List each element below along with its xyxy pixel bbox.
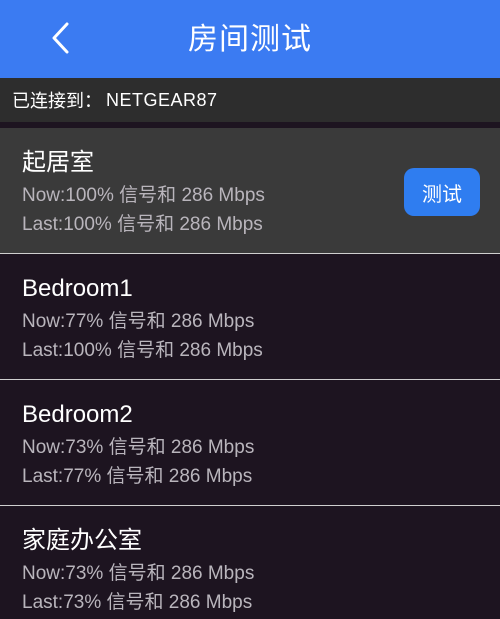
room-name: Bedroom1: [22, 275, 133, 302]
room-now-signal: Now:100% 信号和 286 Mbps: [22, 185, 265, 206]
room-item-bedroom2[interactable]: Bedroom2 Now:73% 信号和 286 Mbps Last:77% 信…: [0, 380, 500, 506]
room-now-signal: Now:73% 信号和 286 Mbps: [22, 437, 255, 458]
room-item-home-office[interactable]: 家庭办公室 Now:73% 信号和 286 Mbps Last:73% 信号和 …: [0, 506, 500, 619]
room-now-signal: Now:77% 信号和 286 Mbps: [22, 311, 255, 332]
room-last-signal: Last:100% 信号和 286 Mbps: [22, 340, 263, 361]
room-name: Bedroom2: [22, 401, 133, 428]
app-screen: 房间测试 已连接到： NETGEAR87 起居室 Now:100% 信号和 28…: [0, 0, 500, 619]
header-bar: 房间测试: [0, 0, 500, 78]
room-last-signal: Last:77% 信号和 286 Mbps: [22, 466, 253, 487]
connection-status-bar: 已连接到： NETGEAR87: [0, 78, 500, 122]
room-last-signal: Last:73% 信号和 286 Mbps: [22, 592, 253, 613]
room-name: 家庭办公室: [22, 527, 142, 554]
back-button[interactable]: [40, 18, 80, 58]
chevron-left-icon: [52, 22, 69, 54]
room-last-signal: Last:100% 信号和 286 Mbps: [22, 214, 263, 235]
room-name: 起居室: [22, 149, 94, 176]
room-list: 起居室 Now:100% 信号和 286 Mbps Last:100% 信号和 …: [0, 128, 500, 619]
network-ssid: NETGEAR87: [106, 89, 218, 110]
room-item-living-room[interactable]: 起居室 Now:100% 信号和 286 Mbps Last:100% 信号和 …: [0, 128, 500, 254]
room-item-bedroom1[interactable]: Bedroom1 Now:77% 信号和 286 Mbps Last:100% …: [0, 254, 500, 380]
connection-label: 已连接到：: [12, 91, 102, 112]
test-button[interactable]: 测试: [404, 168, 480, 216]
room-now-signal: Now:73% 信号和 286 Mbps: [22, 563, 255, 584]
